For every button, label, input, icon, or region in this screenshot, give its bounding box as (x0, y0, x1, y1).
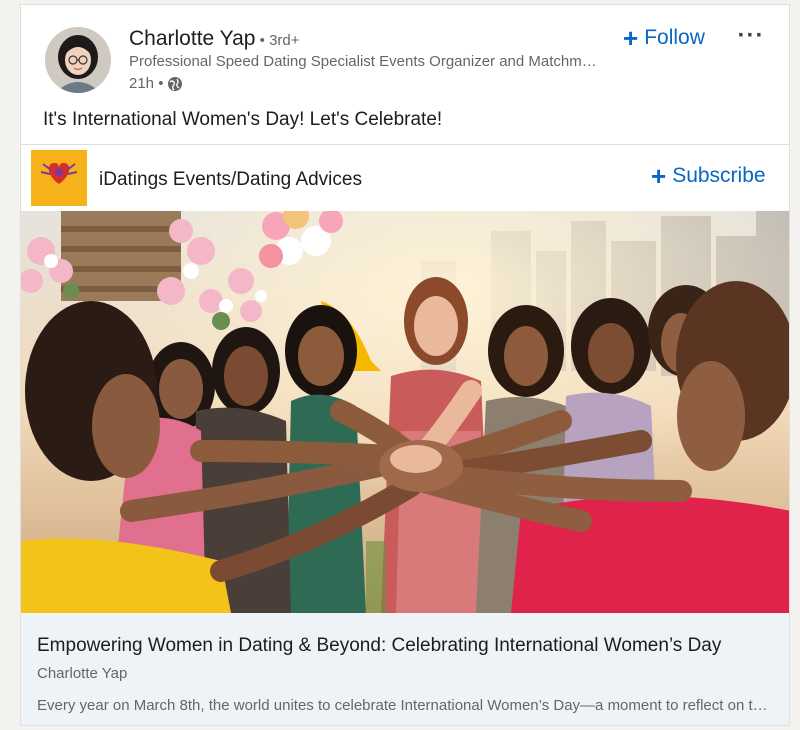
article-preview[interactable]: Empowering Women in Dating & Beyond: Cel… (21, 613, 789, 725)
follow-label: Follow (644, 26, 705, 49)
article-title[interactable]: Empowering Women in Dating & Beyond: Cel… (37, 635, 777, 657)
subscribe-button[interactable]: + Subscribe (651, 163, 766, 189)
post-meta: 21h • (129, 75, 183, 92)
post-time: 21h • (129, 75, 164, 92)
article-author: Charlotte Yap (37, 665, 128, 682)
article-cover-image[interactable] (21, 211, 789, 613)
author-headline: Professional Speed Dating Specialist Eve… (129, 53, 599, 70)
ellipsis-icon: ··· (737, 22, 765, 49)
subscribe-label: Subscribe (672, 164, 766, 187)
globe-icon (167, 76, 183, 92)
author-name-line[interactable]: Charlotte Yap • 3rd+ (129, 27, 300, 51)
more-options-button[interactable]: ··· (733, 21, 769, 51)
follow-button[interactable]: + Follow (619, 21, 709, 55)
article-snippet: Every year on March 8th, the world unite… (37, 697, 771, 714)
feed-post-card: Charlotte Yap • 3rd+ Professional Speed … (20, 4, 790, 726)
plus-icon: + (651, 161, 667, 191)
author-avatar[interactable] (45, 27, 111, 93)
divider (21, 144, 789, 145)
connection-degree: • 3rd+ (255, 32, 300, 49)
plus-icon: + (623, 23, 639, 53)
idatings-logo-icon (31, 150, 87, 206)
newsletter-name[interactable]: iDatings Events/Dating Advices (99, 169, 362, 191)
women-hands-together-image (21, 211, 789, 613)
author-name[interactable]: Charlotte Yap (129, 27, 255, 50)
post-text: It's International Women's Day! Let's Ce… (43, 109, 443, 130)
newsletter-logo[interactable] (31, 150, 87, 206)
avatar-photo-icon (45, 27, 111, 93)
